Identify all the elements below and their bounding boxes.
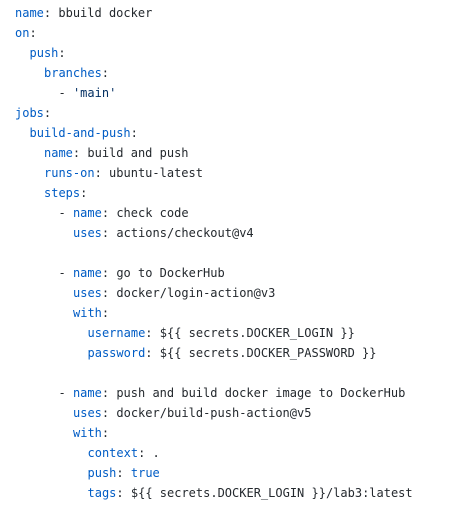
key-colon: : [145,346,153,360]
yaml-key: with [73,426,102,440]
yaml-value: true [130,466,160,480]
yaml-key: context [87,446,139,460]
yaml-key: name [15,6,44,20]
code-line: push: [0,43,449,63]
yaml-value: go to DockerHub [116,266,225,280]
key-colon: : [101,266,110,280]
key-colon: : [116,486,124,500]
yaml-value: check code [116,206,189,220]
yaml-key: name [44,146,73,160]
key-colon: : [101,206,110,220]
list-dash: - [58,266,73,280]
code-line: name: build and push [0,143,449,163]
key-colon: : [101,426,110,440]
code-line: push: true [0,463,449,483]
code-line: - name: check code [0,203,449,223]
code-line: password: ${{ secrets.DOCKER_PASSWORD }} [0,343,449,363]
code-line: username: ${{ secrets.DOCKER_LOGIN }} [0,323,449,343]
key-colon: : [58,46,66,60]
yaml-key: push [87,466,117,480]
code-line: tags: ${{ secrets.DOCKER_LOGIN }}/lab3:l… [0,483,449,503]
yaml-key: push [29,46,59,60]
yaml-key: password [87,346,146,360]
code-line: steps: [0,183,449,203]
code-line: uses: actions/checkout@v4 [0,223,449,243]
yaml-key: on [15,26,30,40]
yaml-value: docker/build-push-action@v5 [116,406,312,420]
key-colon: : [29,26,37,40]
yaml-key: tags [87,486,117,500]
yaml-value: . [152,446,160,460]
yaml-code-view: name: bbuild docker on: push: branches: - 'm… [0,0,449,506]
key-colon: : [130,126,138,140]
key-colon: : [80,186,88,200]
yaml-value: push and build docker image to DockerHub [116,386,406,400]
yaml-value: bbuild docker [58,6,153,20]
yaml-key: build-and-push [29,126,131,140]
key-colon: : [101,386,110,400]
key-colon: : [101,306,110,320]
yaml-key: steps [44,186,81,200]
yaml-key: jobs [15,106,44,120]
key-colon: : [145,326,153,340]
code-line: - name: push and build docker image to D… [0,383,449,403]
yaml-value: ${{ secrets.DOCKER_PASSWORD }} [159,346,377,360]
key-colon: : [116,466,124,480]
yaml-value: actions/checkout@v4 [116,226,254,240]
code-line: with: [0,423,449,443]
yaml-key: runs-on [44,166,95,180]
yaml-key: username [87,326,146,340]
yaml-key: name [72,386,102,400]
key-colon: : [101,66,110,80]
code-line: build-and-push: [0,123,449,143]
code-line: with: [0,303,449,323]
list-dash: - [58,206,73,220]
code-line: - 'main' [0,83,449,103]
list-dash: - [58,86,73,100]
yaml-key: name [72,206,102,220]
yaml-value: ubuntu-latest [109,166,203,180]
code-line: name: bbuild docker [0,3,449,23]
code-line: uses: docker/build-push-action@v5 [0,403,449,423]
code-line: on: [0,23,449,43]
yaml-key: name [72,266,102,280]
yaml-value: ${{ secrets.DOCKER_LOGIN }} [159,326,355,340]
yaml-value: ${{ secrets.DOCKER_LOGIN }}/lab3:latest [130,486,413,500]
yaml-key: uses [73,406,102,420]
key-colon: : [94,166,102,180]
yaml-string-value: 'main' [72,86,117,100]
yaml-key: uses [73,226,102,240]
code-line: branches: [0,63,449,83]
code-line: jobs: [0,103,449,123]
yaml-value: docker/login-action@v3 [116,286,276,300]
list-dash: - [58,386,73,400]
code-line: - name: go to DockerHub [0,263,449,283]
yaml-key: with [73,306,102,320]
code-line: uses: docker/login-action@v3 [0,283,449,303]
code-line: runs-on: ubuntu-latest [0,163,449,183]
yaml-key: uses [73,286,102,300]
yaml-key: branches [44,66,102,80]
key-colon: : [43,106,52,120]
code-line: context: . [0,443,449,463]
yaml-value: build and push [87,146,189,160]
